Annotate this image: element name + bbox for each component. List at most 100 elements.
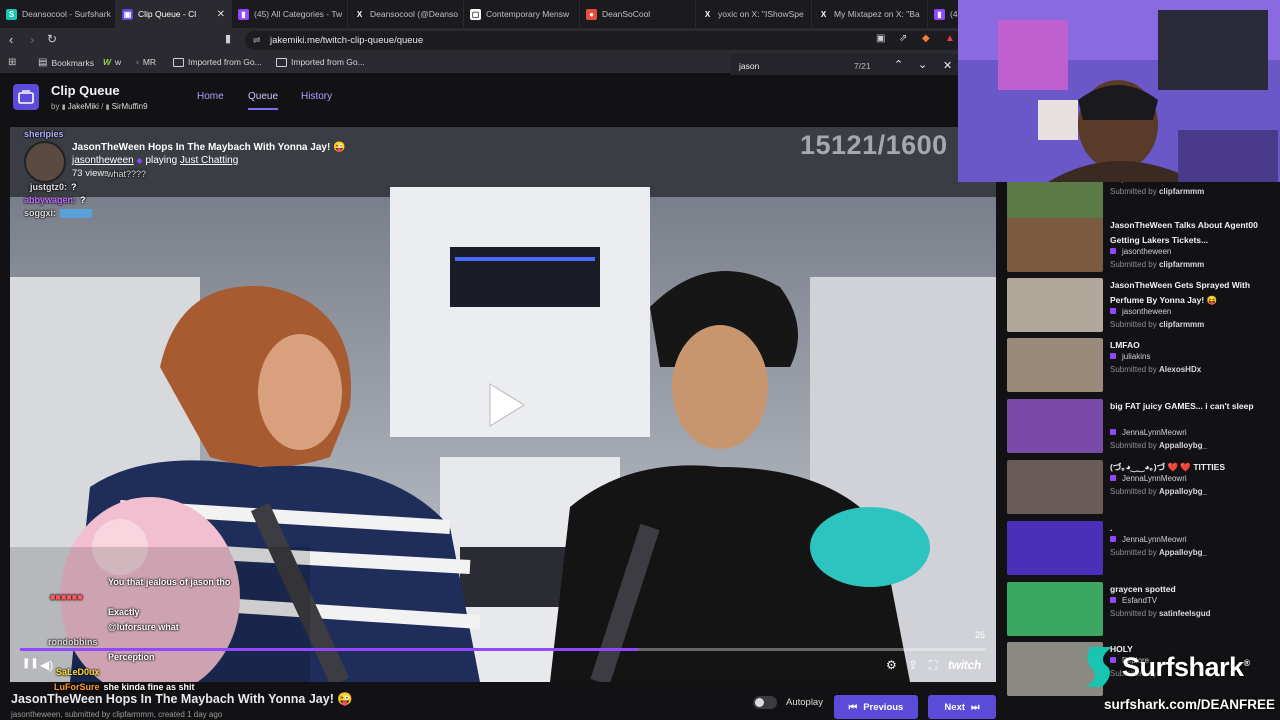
previous-button[interactable]: ⏮ Previous <box>834 695 918 719</box>
chat-line: sheripies <box>24 129 64 139</box>
queue-item[interactable]: JasonTheWeen Talks About Agent00 Getting… <box>1005 218 1270 274</box>
queue-item-title: big FAT juicy GAMES... i can't sleep <box>1110 401 1254 411</box>
queue-item-title: . <box>1110 523 1113 533</box>
browser-tab[interactable]: Xyoxic on X: "IShowSpe <box>696 0 812 28</box>
tab-favicon-icon: X <box>818 8 829 20</box>
browser-tab[interactable]: S Deansocool - Surfshark <box>0 0 116 28</box>
app-logo[interactable] <box>13 84 39 110</box>
queue-item[interactable]: graycen spotted EsfandTV Submitted by sati… <box>1005 582 1270 638</box>
queue-item[interactable]: LMFAO juliakins Submitted by AlexosHDx <box>1005 338 1270 394</box>
queue-item-submitter: Submitted by clipfarmmm <box>1110 260 1205 269</box>
channel-avatar[interactable] <box>24 141 66 183</box>
clip-queue-logo-icon <box>18 90 34 104</box>
autoplay-label: Autoplay <box>786 697 823 708</box>
bookmark-page-icon[interactable]: ▮ <box>225 32 231 45</box>
queue-item-channel: JennaLynnMeowri <box>1110 535 1187 544</box>
pause-icon[interactable]: ❚❚ <box>22 658 39 669</box>
w-icon: W <box>103 57 112 67</box>
queue-item-submitter: Submitted by AlexosHDx <box>1110 365 1202 374</box>
chat-line: LuForSure she kinda fine as shit <box>54 682 195 692</box>
verified-icon: ◆ <box>136 156 143 165</box>
tab-favicon-icon: ● <box>586 8 597 20</box>
autoplay-toggle[interactable] <box>753 696 777 709</box>
nav-home[interactable]: Home <box>197 91 224 102</box>
queue-item-title: JasonTheWeen Talks About Agent00 Getting… <box>1110 220 1258 245</box>
browser-tab[interactable]: ▮ (45) All Categories - Tw <box>232 0 348 28</box>
twitch-icon: ▮ <box>61 104 66 111</box>
folder-icon <box>276 57 287 67</box>
back-icon[interactable]: ‹ <box>9 32 13 47</box>
chat-line-extra: what???? <box>107 169 147 179</box>
find-next-icon[interactable]: ⌄ <box>918 58 927 71</box>
queue-item-channel: jasontheween <box>1110 307 1171 316</box>
previous-icon: ⏮ <box>848 701 858 713</box>
settings-icon[interactable]: ⚙ <box>886 658 897 672</box>
surfshark-logo-icon <box>1086 647 1112 687</box>
queue-item-submitter: Submitted by clipfarmmm <box>1110 187 1205 196</box>
bookmark-item-w[interactable]: W w <box>103 57 121 67</box>
chat-line: rondobbins <box>48 637 98 647</box>
next-icon: ⏭ <box>971 701 980 713</box>
apps-icon[interactable]: ⊞ <box>8 57 16 68</box>
queue-item-channel: jasontheween <box>1110 247 1171 256</box>
twitch-icon: ▮ <box>105 104 110 111</box>
tab-favicon-icon: ▮ <box>238 8 249 20</box>
nav-queue[interactable]: Queue <box>248 91 279 110</box>
tab-favicon-icon: ▢ <box>470 8 481 20</box>
tab-favicon-icon: ▮ <box>934 8 945 20</box>
queue-item-thumbnail <box>1007 278 1103 332</box>
find-input[interactable]: jason <box>739 61 759 71</box>
bookmark-item-mr[interactable]: ◦ MR <box>136 57 156 67</box>
next-button[interactable]: Next ⏭ <box>928 695 996 719</box>
bookmark-folder-2[interactable]: Imported from Go... <box>276 57 365 67</box>
brave-shield-icon[interactable]: ◆ <box>922 33 930 44</box>
play-icon[interactable] <box>480 378 530 432</box>
queue-item[interactable]: . JennaLynnMeowri Submitted by Appalloybg_ <box>1005 521 1270 577</box>
chat-line: justgtz0:? <box>30 182 77 192</box>
author-link-sirmuffin9[interactable]: SirMuffin9 <box>112 102 148 111</box>
tab-label: Clip Queue - Cl <box>138 9 197 19</box>
browser-tab[interactable]: ▢ Contemporary Mensw <box>464 0 580 28</box>
reader-icon[interactable]: ▣ <box>876 33 885 44</box>
url-bar[interactable]: ⇌ jakemiki.me/twitch-clip-queue/queue <box>245 31 965 50</box>
queue-item-channel: EsfandTV <box>1110 596 1157 605</box>
browser-tab[interactable]: X My Mixtapez on X: "Ba <box>812 0 928 28</box>
volume-icon[interactable]: ◀) <box>40 658 53 672</box>
reload-icon[interactable]: ↻ <box>47 32 57 46</box>
browser-tab[interactable]: ● DeanSoCool <box>580 0 696 28</box>
clip-game-link[interactable]: Just Chatting <box>180 155 238 166</box>
nav-history[interactable]: History <box>301 91 332 102</box>
site-info-icon[interactable]: ⇌ <box>253 31 261 50</box>
queue-item[interactable]: big FAT juicy GAMES... i can't sleep Jenn… <box>1005 399 1270 455</box>
seek-bar[interactable] <box>20 648 986 651</box>
browser-tab[interactable]: ▣ Clip Queue - Cl ✕ <box>116 0 232 28</box>
tab-label: Deansocool (@Deanso <box>370 9 459 19</box>
queue-item-submitter: Submitted by Appalloybg_ <box>1110 487 1207 496</box>
queue-item[interactable]: (づ｡◕‿‿◕｡)づ ❤️ ❤️ TITTIES JennaLynnMeowri S… <box>1005 460 1270 516</box>
queue-item[interactable]: JasonTheWeen Gets Sprayed With Perfume B… <box>1005 278 1270 334</box>
queue-item-channel: JennaLynnMeowri <box>1110 428 1187 437</box>
author-link-jakemiki[interactable]: JakeMiki <box>68 102 99 111</box>
alert-icon[interactable]: ▲ <box>945 33 955 44</box>
fullscreen-icon[interactable]: ⛶ <box>929 658 937 673</box>
share-icon[interactable]: ⇪ <box>908 658 918 672</box>
clip-title-overlay[interactable]: JasonTheWeen Hops In The Maybach With Yo… <box>72 142 346 153</box>
share-icon[interactable]: ⇗ <box>899 33 907 44</box>
forward-icon[interactable]: › <box>30 32 34 47</box>
tab-close-icon[interactable]: ✕ <box>217 9 225 20</box>
find-close-icon[interactable]: ✕ <box>943 59 952 72</box>
queue-item-channel: juliakins <box>1110 352 1150 361</box>
twitch-logo[interactable]: twitch <box>948 658 981 672</box>
find-prev-icon[interactable]: ⌃ <box>894 58 903 71</box>
chat-line: abbywagen:? <box>24 195 86 205</box>
tab-label: Deansocool - Surfshark <box>22 9 111 19</box>
queue-item-title: LMFAO <box>1110 340 1140 350</box>
queue-item-thumbnail <box>1007 460 1103 514</box>
browser-tab[interactable]: X Deansocool (@Deanso <box>348 0 464 28</box>
chat-line: Perception <box>108 652 155 662</box>
bookmark-item-bookmarks[interactable]: ▤ Bookmarks <box>38 57 94 68</box>
bookmark-folder-1[interactable]: Imported from Go... <box>173 57 262 67</box>
clip-queue-list: jasontheween Submitted by clipfarmmm Jason… <box>1005 180 1270 700</box>
tab-label: Contemporary Mensw <box>486 9 570 19</box>
clip-channel-link[interactable]: jasontheween <box>72 155 134 166</box>
